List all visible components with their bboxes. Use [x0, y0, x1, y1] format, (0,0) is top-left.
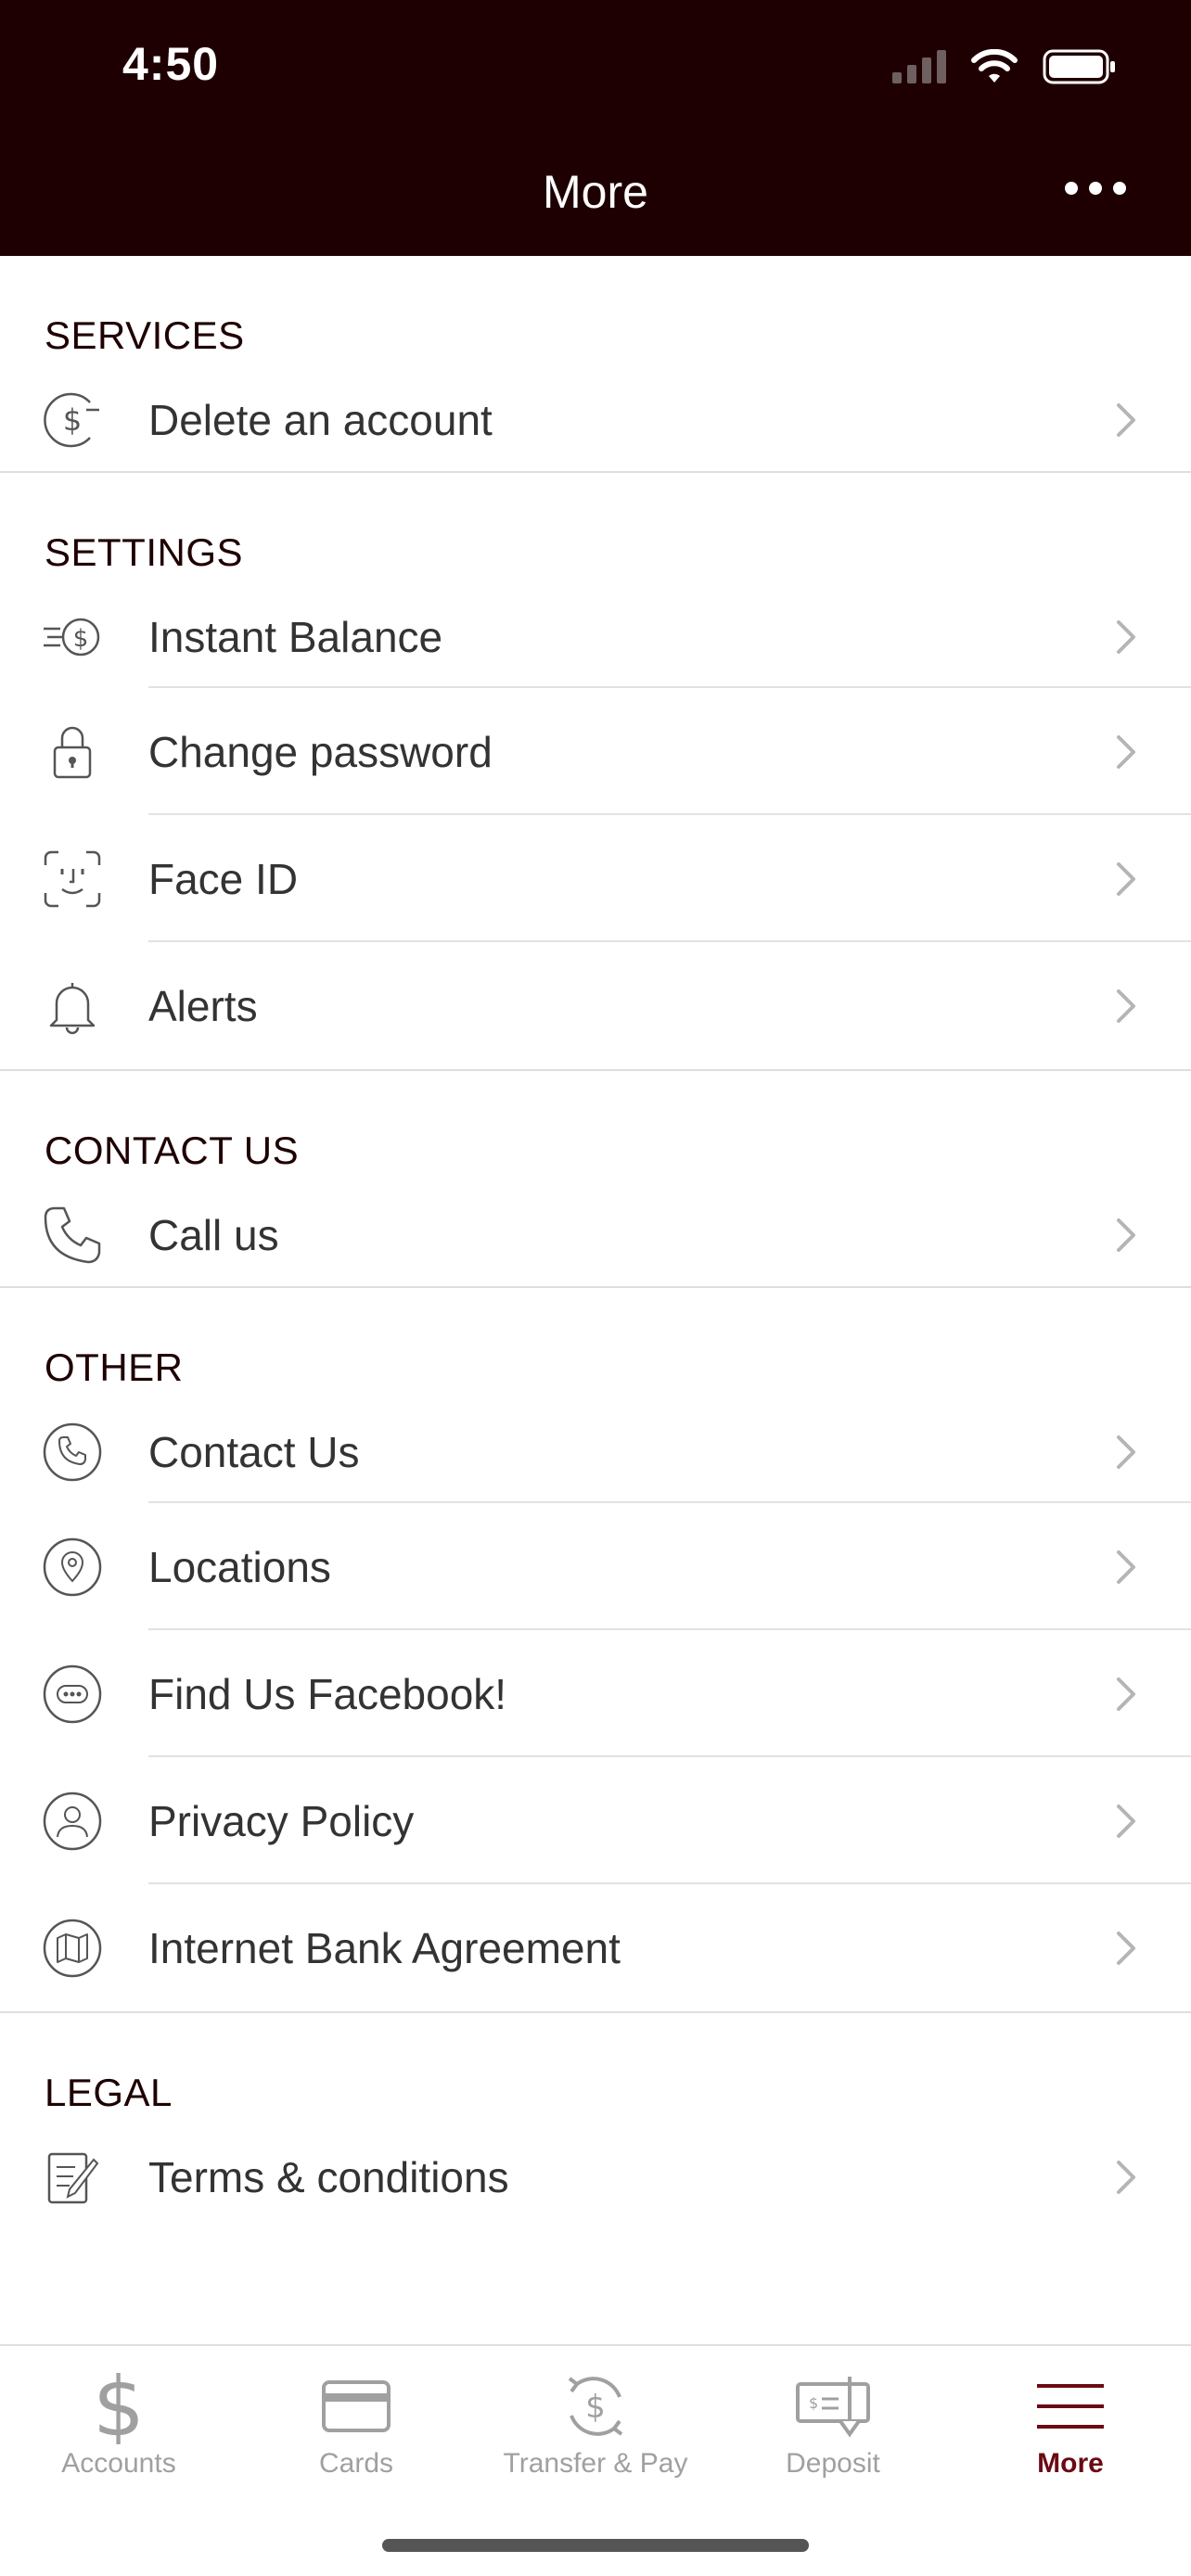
svg-text:$: $ [809, 2394, 818, 2412]
chevron-right-icon [1117, 620, 1135, 654]
tab-label: Deposit [786, 2448, 880, 2479]
menu-item-label: Face ID [148, 854, 299, 903]
tab-deposit[interactable]: $ Deposit [714, 2346, 952, 2504]
chevron-right-icon [1117, 1549, 1135, 1584]
status-time: 4:50 [122, 38, 220, 90]
person-circle-icon [41, 1790, 104, 1853]
chevron-right-icon [1117, 1677, 1135, 1711]
tab-accounts[interactable]: $ Accounts [0, 2346, 237, 2504]
check-deposit-icon: $ [791, 2368, 875, 2444]
hamburger-icon [1029, 2368, 1112, 2444]
menu-item-find-us-facebook[interactable]: Find Us Facebook! [0, 1630, 1191, 1757]
menu-item-locations[interactable]: Locations [0, 1503, 1191, 1630]
menu-item-privacy-policy[interactable]: Privacy Policy [0, 1757, 1191, 1884]
menu-item-delete-account[interactable]: $ Delete an account [0, 369, 1191, 471]
svg-text:$: $ [585, 2389, 606, 2426]
menu-item-label: Instant Balance [148, 613, 443, 661]
tab-label: Transfer & Pay [503, 2448, 688, 2479]
wifi-icon [971, 49, 1018, 83]
section-title-settings: SETTINGS [45, 530, 244, 574]
chevron-right-icon [1117, 1931, 1135, 1965]
signal-icon [892, 50, 946, 83]
chevron-right-icon [1117, 1435, 1135, 1469]
chat-bubble-icon [41, 1663, 104, 1726]
phone-circle-icon [41, 1421, 104, 1484]
chevron-right-icon [1117, 1218, 1135, 1252]
chevron-right-icon [1117, 403, 1135, 437]
tab-label: More [1037, 2448, 1104, 2479]
tab-label: Cards [318, 2448, 394, 2479]
section-title-other: OTHER [45, 1345, 184, 1389]
svg-text:$: $ [93, 2368, 145, 2444]
face-id-icon [41, 848, 104, 911]
chevron-right-icon [1117, 2161, 1135, 2194]
more-screen: 4:50 More SERVICES $ Delete an account S… [0, 0, 1191, 2576]
menu-item-label: Terms & conditions [148, 2153, 509, 2201]
chevron-right-icon [1117, 734, 1135, 769]
menu-item-label: Call us [148, 1211, 279, 1259]
section-title-legal: LEGAL [45, 2071, 173, 2114]
page-title: More [543, 166, 648, 218]
menu-item-contact-us[interactable]: Contact Us [0, 1401, 1191, 1503]
card-icon [314, 2368, 398, 2444]
dollar-icon: $ [77, 2368, 160, 2444]
tab-label: Accounts [61, 2448, 176, 2479]
svg-text:$: $ [63, 402, 82, 438]
menu-item-instant-balance[interactable]: $ Instant Balance [0, 586, 1191, 688]
menu-item-label: Internet Bank Agreement [148, 1923, 621, 1972]
phone-icon [41, 1204, 104, 1267]
tab-cards[interactable]: Cards [237, 2346, 475, 2504]
chevron-right-icon [1117, 861, 1135, 896]
menu-item-internet-bank-agreement[interactable]: Internet Bank Agreement [0, 1884, 1191, 2011]
menu-item-label: Find Us Facebook! [148, 1669, 507, 1718]
chevron-right-icon [1117, 1804, 1135, 1838]
top-header: 4:50 More [0, 0, 1191, 256]
menu-item-label: Privacy Policy [148, 1796, 415, 1845]
document-pen-icon [41, 2146, 104, 2209]
menu-list[interactable]: SERVICES $ Delete an account SETTINGS $ … [0, 256, 1191, 2344]
menu-item-call-us[interactable]: Call us [0, 1184, 1191, 1286]
transfer-icon: $ [554, 2368, 637, 2444]
tab-more[interactable]: More [952, 2346, 1189, 2504]
menu-item-alerts[interactable]: Alerts [0, 942, 1191, 1069]
home-indicator [382, 2539, 809, 2552]
menu-item-label: Change password [148, 727, 493, 776]
chevron-right-icon [1117, 988, 1135, 1023]
section-title-contact-us: CONTACT US [45, 1129, 300, 1172]
menu-item-label: Contact Us [148, 1428, 360, 1476]
battery-icon [1043, 49, 1115, 84]
map-circle-icon [41, 1917, 104, 1980]
dollar-circle-icon: $ [41, 389, 104, 452]
tab-transfer-pay[interactable]: $ Transfer & Pay [477, 2346, 714, 2504]
status-icons [892, 43, 1117, 91]
section-title-services: SERVICES [45, 313, 245, 357]
svg-text:$: $ [73, 625, 89, 653]
bell-icon [41, 975, 104, 1038]
location-pin-icon [41, 1536, 104, 1599]
ellipsis-icon[interactable] [1065, 182, 1126, 195]
menu-item-terms-conditions[interactable]: Terms & conditions [0, 2126, 1191, 2228]
fast-dollar-icon: $ [41, 606, 104, 669]
menu-item-change-password[interactable]: Change password [0, 688, 1191, 815]
menu-item-label: Locations [148, 1542, 331, 1591]
menu-item-label: Delete an account [148, 396, 493, 444]
menu-item-label: Alerts [148, 981, 258, 1030]
menu-item-face-id[interactable]: Face ID [0, 815, 1191, 942]
lock-icon [41, 721, 104, 784]
